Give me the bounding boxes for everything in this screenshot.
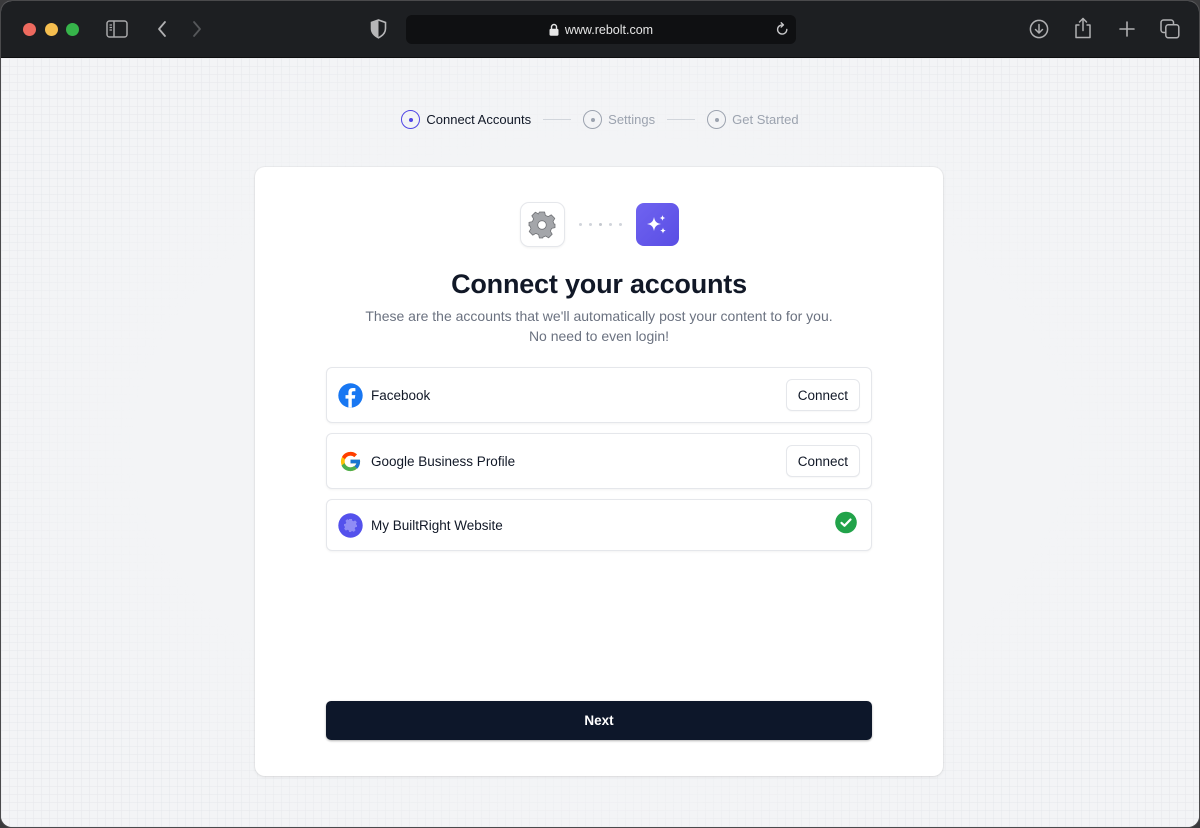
browser-window: www.rebolt.com Connect Accounts Settings… bbox=[0, 0, 1200, 828]
step-label: Get Started bbox=[732, 112, 799, 127]
subtitle-line: These are the accounts that we'll automa… bbox=[365, 308, 833, 324]
account-name: Google Business Profile bbox=[371, 453, 516, 469]
step-label: Connect Accounts bbox=[426, 112, 532, 127]
shield-icon[interactable] bbox=[370, 19, 387, 39]
tabs-overview-icon[interactable] bbox=[1160, 19, 1180, 39]
page-subtitle: These are the accounts that we'll automa… bbox=[255, 306, 943, 346]
step-connector bbox=[543, 119, 572, 120]
maximize-window-button[interactable] bbox=[66, 23, 79, 36]
browser-toolbar: www.rebolt.com bbox=[1, 1, 1199, 58]
hero-icons bbox=[255, 202, 943, 247]
share-icon[interactable] bbox=[1074, 17, 1092, 39]
step-get-started[interactable]: Get Started bbox=[707, 110, 799, 129]
next-button[interactable]: Next bbox=[326, 701, 872, 740]
connected-check-icon bbox=[835, 511, 857, 539]
page-title: Connect your accounts bbox=[451, 269, 747, 299]
download-icon[interactable] bbox=[1029, 19, 1049, 39]
page-content: Connect Accounts Settings Get Started Co… bbox=[1, 58, 1199, 827]
minimize-window-button[interactable] bbox=[45, 23, 58, 36]
account-row-facebook: Facebook Connect bbox=[326, 367, 872, 423]
account-name: My BuiltRight Website bbox=[371, 517, 503, 533]
chevron-right-icon[interactable] bbox=[191, 19, 203, 39]
step-indicator-icon bbox=[707, 110, 727, 129]
sparkles-icon bbox=[635, 203, 679, 246]
step-indicator-icon bbox=[401, 110, 421, 129]
lock-icon bbox=[549, 23, 559, 36]
onboarding-stepper: Connect Accounts Settings Get Started bbox=[1, 110, 1199, 129]
chevron-left-icon[interactable] bbox=[156, 19, 168, 39]
connect-google-business-profile-button[interactable]: Connect bbox=[785, 445, 860, 477]
account-row-google-business-profile: Google Business Profile Connect bbox=[326, 433, 872, 489]
step-label: Settings bbox=[608, 112, 656, 127]
connect-facebook-button[interactable]: Connect bbox=[785, 379, 860, 411]
step-settings[interactable]: Settings bbox=[583, 110, 655, 129]
step-connect-accounts[interactable]: Connect Accounts bbox=[401, 110, 531, 129]
step-indicator-icon bbox=[583, 110, 603, 129]
close-window-button[interactable] bbox=[23, 23, 36, 36]
step-connector bbox=[667, 119, 696, 120]
connection-dots bbox=[578, 223, 622, 226]
facebook-icon bbox=[338, 382, 363, 408]
sidebar-icon[interactable] bbox=[106, 20, 128, 38]
connect-accounts-card: Connect your accounts These are the acco… bbox=[255, 167, 943, 776]
plus-icon[interactable] bbox=[1118, 20, 1136, 38]
url-text: www.rebolt.com bbox=[564, 22, 654, 37]
account-name: Facebook bbox=[371, 387, 431, 403]
subtitle-line: No need to even login! bbox=[528, 328, 670, 344]
gear-icon bbox=[519, 202, 565, 247]
account-row-builtright-website: My BuiltRight Website bbox=[326, 499, 872, 551]
accounts-list: Facebook Connect Google Business Profile… bbox=[326, 367, 872, 561]
reload-icon[interactable] bbox=[775, 22, 790, 40]
address-bar[interactable]: www.rebolt.com bbox=[406, 15, 796, 44]
google-icon bbox=[338, 449, 363, 474]
builtright-gear-icon bbox=[338, 512, 363, 538]
